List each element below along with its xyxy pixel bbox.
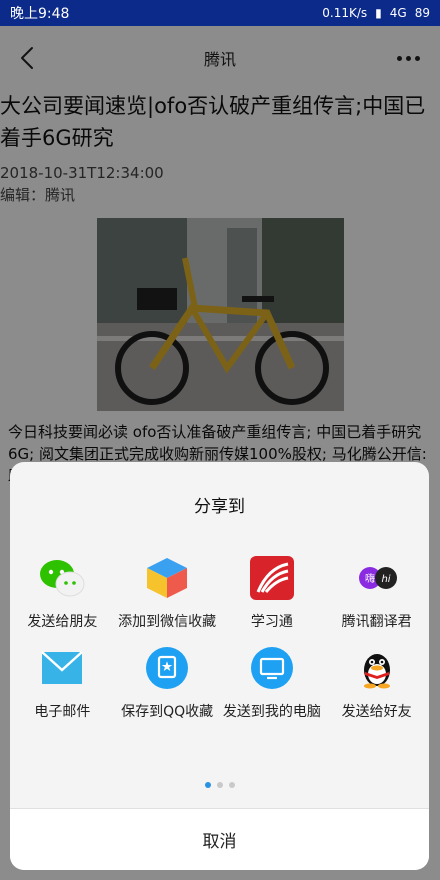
share-option-qq-favorites[interactable]: 保存到QQ收藏 [115,644,220,722]
wechat-icon [38,554,86,602]
qq-icon [353,644,401,692]
share-sheet-title: 分享到 [194,497,245,517]
xuexitong-icon [248,554,296,602]
share-option-tencent-translator[interactable]: 嗨 hi 腾讯翻译君 [324,554,429,632]
network-speed: 0.11K/s [322,6,368,20]
svg-text:嗨: 嗨 [365,572,375,585]
share-option-wechat-friend[interactable]: 发送给朋友 [10,554,115,632]
share-option-qq-friend[interactable]: 发送给好友 [324,644,429,722]
share-option-email[interactable]: 电子邮件 [10,644,115,722]
tencent-translator-icon: 嗨 hi [353,554,401,602]
my-computer-icon [248,644,296,692]
share-options-grid: 发送给朋友 添加到微信收藏 学习通 嗨 hi 腾讯翻译君 电子邮件 保存到QQ收… [10,554,429,722]
email-icon [38,644,86,692]
network-type: 4G [389,6,407,20]
svg-text:hi: hi [381,574,390,585]
page-dot [216,782,223,788]
share-option-wechat-favorites[interactable]: 添加到微信收藏 [115,554,220,632]
status-bar: 晚上9:48 0.11K/s ▮ 4G 89 [0,0,440,26]
qq-favorites-icon [143,644,191,692]
page-dot [204,782,211,788]
page-dot [228,782,235,788]
signal-icon: ▮ [375,6,382,20]
cancel-button[interactable]: 取消 [10,809,429,870]
battery-level: 89 [414,6,430,20]
share-sheet: 分享到 发送给朋友 添加到微信收藏 学习通 嗨 hi 腾讯翻译君 电子邮件 保存… [10,462,429,870]
share-option-xuexitong[interactable]: 学习通 [220,554,325,632]
share-option-my-computer[interactable]: 发送到我的电脑 [220,644,325,722]
page-indicator [10,782,429,788]
wechat-favorites-icon [143,554,191,602]
status-time: 晚上9:48 [10,6,70,22]
